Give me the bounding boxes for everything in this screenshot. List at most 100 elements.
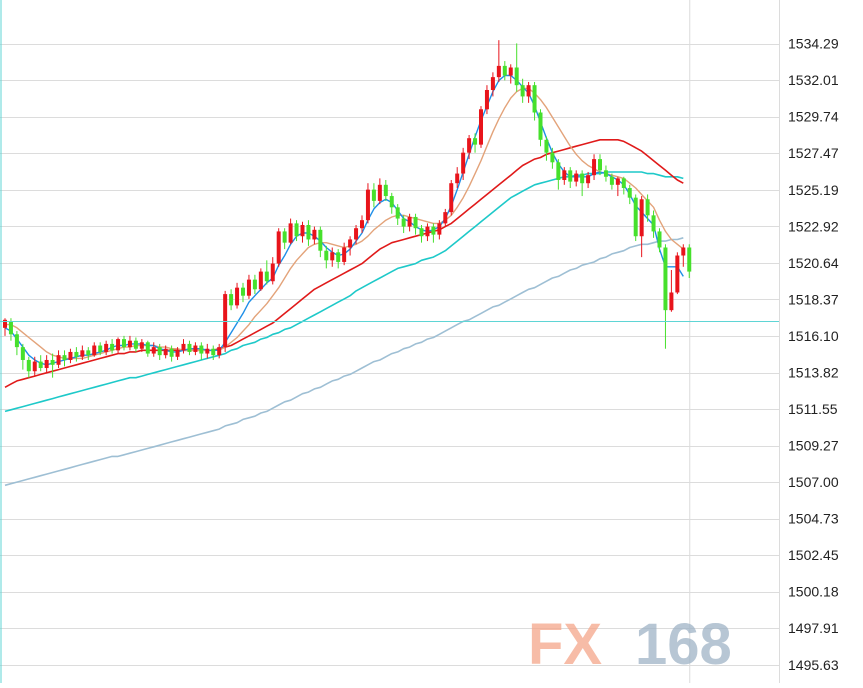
candle: [687, 244, 692, 279]
candle: [235, 282, 240, 309]
candle-body: [687, 247, 692, 272]
candle-body: [205, 348, 210, 354]
candle-body: [282, 231, 287, 243]
candle-body: [26, 359, 31, 372]
candle: [342, 242, 347, 266]
y-tick-label: 1513.82: [788, 365, 839, 381]
candle-body: [681, 247, 686, 256]
candle-body: [44, 359, 49, 369]
candle: [199, 342, 204, 360]
candle-body: [556, 162, 561, 180]
candle-body: [294, 223, 299, 237]
candlestick-chart: 1534.29 1532.01 1529.74 1527.47 1525.19 1522.…: [0, 0, 863, 683]
candle: [229, 289, 234, 311]
price-axis: 1534.29 1532.01 1529.74 1527.47 1525.19 1522.…: [788, 36, 839, 673]
candle: [127, 335, 132, 351]
candle-body: [300, 224, 305, 237]
candle: [615, 176, 620, 197]
candle-body: [14, 334, 19, 348]
candle: [151, 342, 156, 357]
candle: [300, 221, 305, 243]
candle: [467, 134, 472, 160]
candle: [354, 224, 359, 245]
candle: [473, 133, 478, 153]
candle-body: [633, 197, 638, 237]
candle-body: [639, 199, 644, 237]
candle-body: [199, 345, 204, 354]
candle: [603, 165, 608, 182]
candle: [312, 226, 317, 245]
candle-body: [502, 65, 507, 76]
candle-body: [32, 361, 37, 372]
candle: [288, 218, 293, 245]
candle: [371, 183, 376, 208]
candle-body: [50, 359, 55, 365]
candle-body: [389, 196, 394, 208]
candle: [133, 337, 138, 352]
candle: [62, 350, 67, 367]
candle: [479, 106, 483, 148]
candle-body: [252, 279, 257, 290]
candle: [526, 81, 531, 103]
candle-body: [241, 287, 245, 296]
candle-body: [663, 247, 668, 311]
candle: [92, 342, 97, 357]
candle: [580, 170, 585, 197]
candle-body: [544, 139, 549, 153]
candle-body: [127, 340, 132, 348]
candle-body: [413, 216, 418, 229]
candle: [336, 249, 341, 269]
candle-body: [223, 294, 228, 348]
candle-body: [74, 351, 79, 357]
candle: [187, 340, 192, 356]
candle: [377, 178, 382, 205]
y-tick-label: 1522.92: [788, 218, 839, 234]
candle: [496, 40, 501, 82]
candle: [449, 179, 454, 216]
candle-body: [467, 138, 472, 153]
candle-body: [377, 184, 382, 201]
candle-body: [657, 231, 662, 248]
candle: [383, 179, 388, 201]
candle: [532, 81, 537, 121]
candle-body: [38, 361, 43, 369]
candle-body: [395, 207, 400, 219]
candle: [574, 170, 579, 187]
y-tick-label: 1529.74: [788, 109, 839, 125]
candle: [568, 167, 573, 189]
candle-body: [508, 67, 513, 76]
candle-body: [455, 173, 460, 184]
candle: [413, 213, 418, 235]
candle-body: [175, 350, 180, 357]
candle-body: [92, 345, 97, 356]
candle-body: [336, 252, 341, 262]
candle-body: [431, 226, 436, 235]
candle-body: [68, 351, 73, 360]
candle: [419, 224, 424, 243]
y-tick-label: 1520.64: [788, 255, 839, 271]
y-tick-label: 1527.47: [788, 145, 839, 161]
y-tick-label: 1516.10: [788, 328, 839, 344]
candle-body: [568, 170, 573, 182]
candle-body: [532, 85, 537, 113]
candle: [538, 109, 543, 147]
candle-body: [193, 345, 198, 352]
candle: [56, 350, 61, 369]
candle: [86, 347, 91, 360]
candle-body: [479, 109, 483, 145]
y-tick-label: 1504.73: [788, 511, 839, 527]
candle-body: [490, 77, 495, 90]
candle-body: [288, 223, 293, 243]
y-tick-label: 1509.27: [788, 438, 839, 454]
candle-body: [538, 112, 543, 140]
candle-body: [116, 339, 121, 351]
candle: [657, 228, 662, 253]
candle-body: [211, 348, 216, 356]
candle: [20, 343, 25, 370]
candle-body: [139, 342, 144, 349]
candle-body: [348, 239, 353, 248]
candle: [395, 204, 400, 225]
candle: [639, 196, 644, 258]
candle-body: [437, 223, 442, 235]
y-tick-label: 1497.91: [788, 620, 839, 636]
